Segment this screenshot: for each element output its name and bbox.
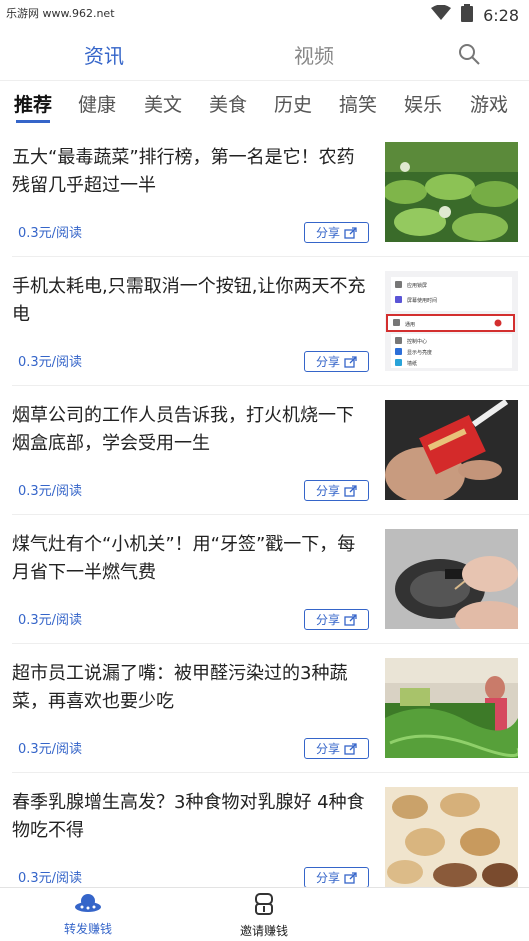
thumb-setting-row: 墙纸 (407, 360, 417, 367)
category-essay[interactable]: 美文 (144, 90, 182, 117)
thumb-setting-row: 控制中心 (407, 338, 427, 345)
news-title[interactable]: 春季乳腺增生高发？3种食物对乳腺好 4种食物吃不得 (12, 789, 367, 845)
news-title[interactable]: 五大“最毒蔬菜”排行榜，第一名是它！农药残留几乎超过一半 (12, 144, 367, 200)
category-recommend[interactable]: 推荐 (14, 90, 52, 117)
share-label: 分享 (315, 226, 340, 240)
news-price: 0.3元/阅读 (18, 613, 83, 628)
share-icon (344, 355, 357, 368)
battery-icon (461, 4, 474, 26)
share-button[interactable]: 分享 (304, 609, 369, 630)
category-history[interactable]: 历史 (274, 90, 312, 117)
bottom-tab-bar: 转发赚钱 邀请赚钱 (0, 887, 529, 941)
share-button[interactable]: 分享 (304, 738, 369, 759)
search-icon[interactable] (457, 42, 481, 70)
news-price: 0.3元/阅读 (18, 742, 83, 757)
thumb-setting-row: 通用 (405, 321, 415, 328)
share-button[interactable]: 分享 (304, 222, 369, 243)
invite-icon (255, 893, 273, 915)
news-price: 0.3元/阅读 (18, 484, 83, 499)
news-title[interactable]: 手机太耗电,只需取消一个按钮,让你两天不充电 (12, 273, 367, 329)
share-label: 分享 (315, 355, 340, 369)
category-games[interactable]: 游戏 (470, 90, 508, 117)
news-thumbnail[interactable] (385, 787, 518, 887)
status-bar: 乐游网 www.962.net 6:28 (0, 0, 529, 28)
news-title[interactable]: 烟草公司的工作人员告诉我，打火机烧一下烟盒底部，学会受用一生 (12, 402, 367, 458)
share-icon (344, 484, 357, 497)
news-thumbnail[interactable] (385, 142, 518, 242)
thumb-setting-row: 屏幕使用时间 (407, 297, 437, 304)
thumb-setting-row: 显示与亮度 (407, 349, 432, 356)
category-health[interactable]: 健康 (78, 90, 116, 117)
news-item[interactable]: 春季乳腺增生高发？3种食物对乳腺好 4种食物吃不得 0.3元/阅读 分享 (0, 773, 529, 902)
category-active-indicator (16, 120, 50, 123)
news-item[interactable]: 五大“最毒蔬菜”排行榜，第一名是它！农药残留几乎超过一半 0.3元/阅读 分享 (0, 128, 529, 257)
tab-video[interactable]: 视频 (294, 40, 334, 69)
tab-invite-earn[interactable]: 邀请赚钱 (204, 892, 324, 939)
share-label: 分享 (315, 871, 340, 885)
news-price: 0.3元/阅读 (18, 355, 83, 370)
tab-invite-earn-label: 邀请赚钱 (239, 924, 288, 938)
share-button[interactable]: 分享 (304, 480, 369, 501)
news-title[interactable]: 超市员工说漏了嘴：被甲醛污染过的3种蔬菜，再喜欢也要少吃 (12, 660, 367, 716)
status-right: 6:28 (431, 4, 519, 26)
category-bar: 推荐 健康 美文 美食 历史 搞笑 娱乐 游戏 (0, 84, 529, 123)
news-title[interactable]: 煤气灶有个“小机关”！用“牙签”戳一下，每月省下一半燃气费 (12, 531, 367, 587)
thumb-setting-row: 应用锁屏 (407, 282, 427, 289)
category-food[interactable]: 美食 (209, 90, 247, 117)
tab-share-earn-label: 转发赚钱 (63, 922, 112, 936)
share-button[interactable]: 分享 (304, 867, 369, 888)
news-thumbnail[interactable] (385, 529, 518, 629)
tab-share-earn[interactable]: 转发赚钱 (28, 892, 148, 937)
category-entertainment[interactable]: 娱乐 (404, 90, 442, 117)
share-icon (344, 226, 357, 239)
news-item[interactable]: 烟草公司的工作人员告诉我，打火机烧一下烟盒底部，学会受用一生 0.3元/阅读 分… (0, 386, 529, 515)
share-icon (344, 871, 357, 884)
status-time: 6:28 (483, 5, 519, 25)
news-item[interactable]: 手机太耗电,只需取消一个按钮,让你两天不充电 0.3元/阅读 分享 应用锁屏 屏… (0, 257, 529, 386)
news-price: 0.3元/阅读 (18, 226, 83, 241)
wifi-icon (431, 4, 452, 25)
share-label: 分享 (315, 484, 340, 498)
top-nav: 资讯 视频 (0, 28, 529, 81)
share-label: 分享 (315, 742, 340, 756)
news-thumbnail[interactable]: 应用锁屏 屏幕使用时间 通用 控制中心 显示与亮度 墙纸 (385, 271, 518, 371)
news-item[interactable]: 煤气灶有个“小机关”！用“牙签”戳一下，每月省下一半燃气费 0.3元/阅读 分享 (0, 515, 529, 644)
share-icon (344, 613, 357, 626)
news-item[interactable]: 超市员工说漏了嘴：被甲醛污染过的3种蔬菜，再喜欢也要少吃 0.3元/阅读 分享 (0, 644, 529, 773)
tab-news[interactable]: 资讯 (84, 40, 124, 69)
share-button[interactable]: 分享 (304, 351, 369, 372)
share-icon (344, 742, 357, 755)
news-price: 0.3元/阅读 (18, 871, 83, 886)
category-funny[interactable]: 搞笑 (339, 90, 377, 117)
news-thumbnail[interactable] (385, 658, 518, 758)
news-thumbnail[interactable] (385, 400, 518, 500)
share-label: 分享 (315, 613, 340, 627)
ufo-icon (75, 894, 101, 912)
status-site-text: 乐游网 www.962.net (6, 7, 115, 20)
